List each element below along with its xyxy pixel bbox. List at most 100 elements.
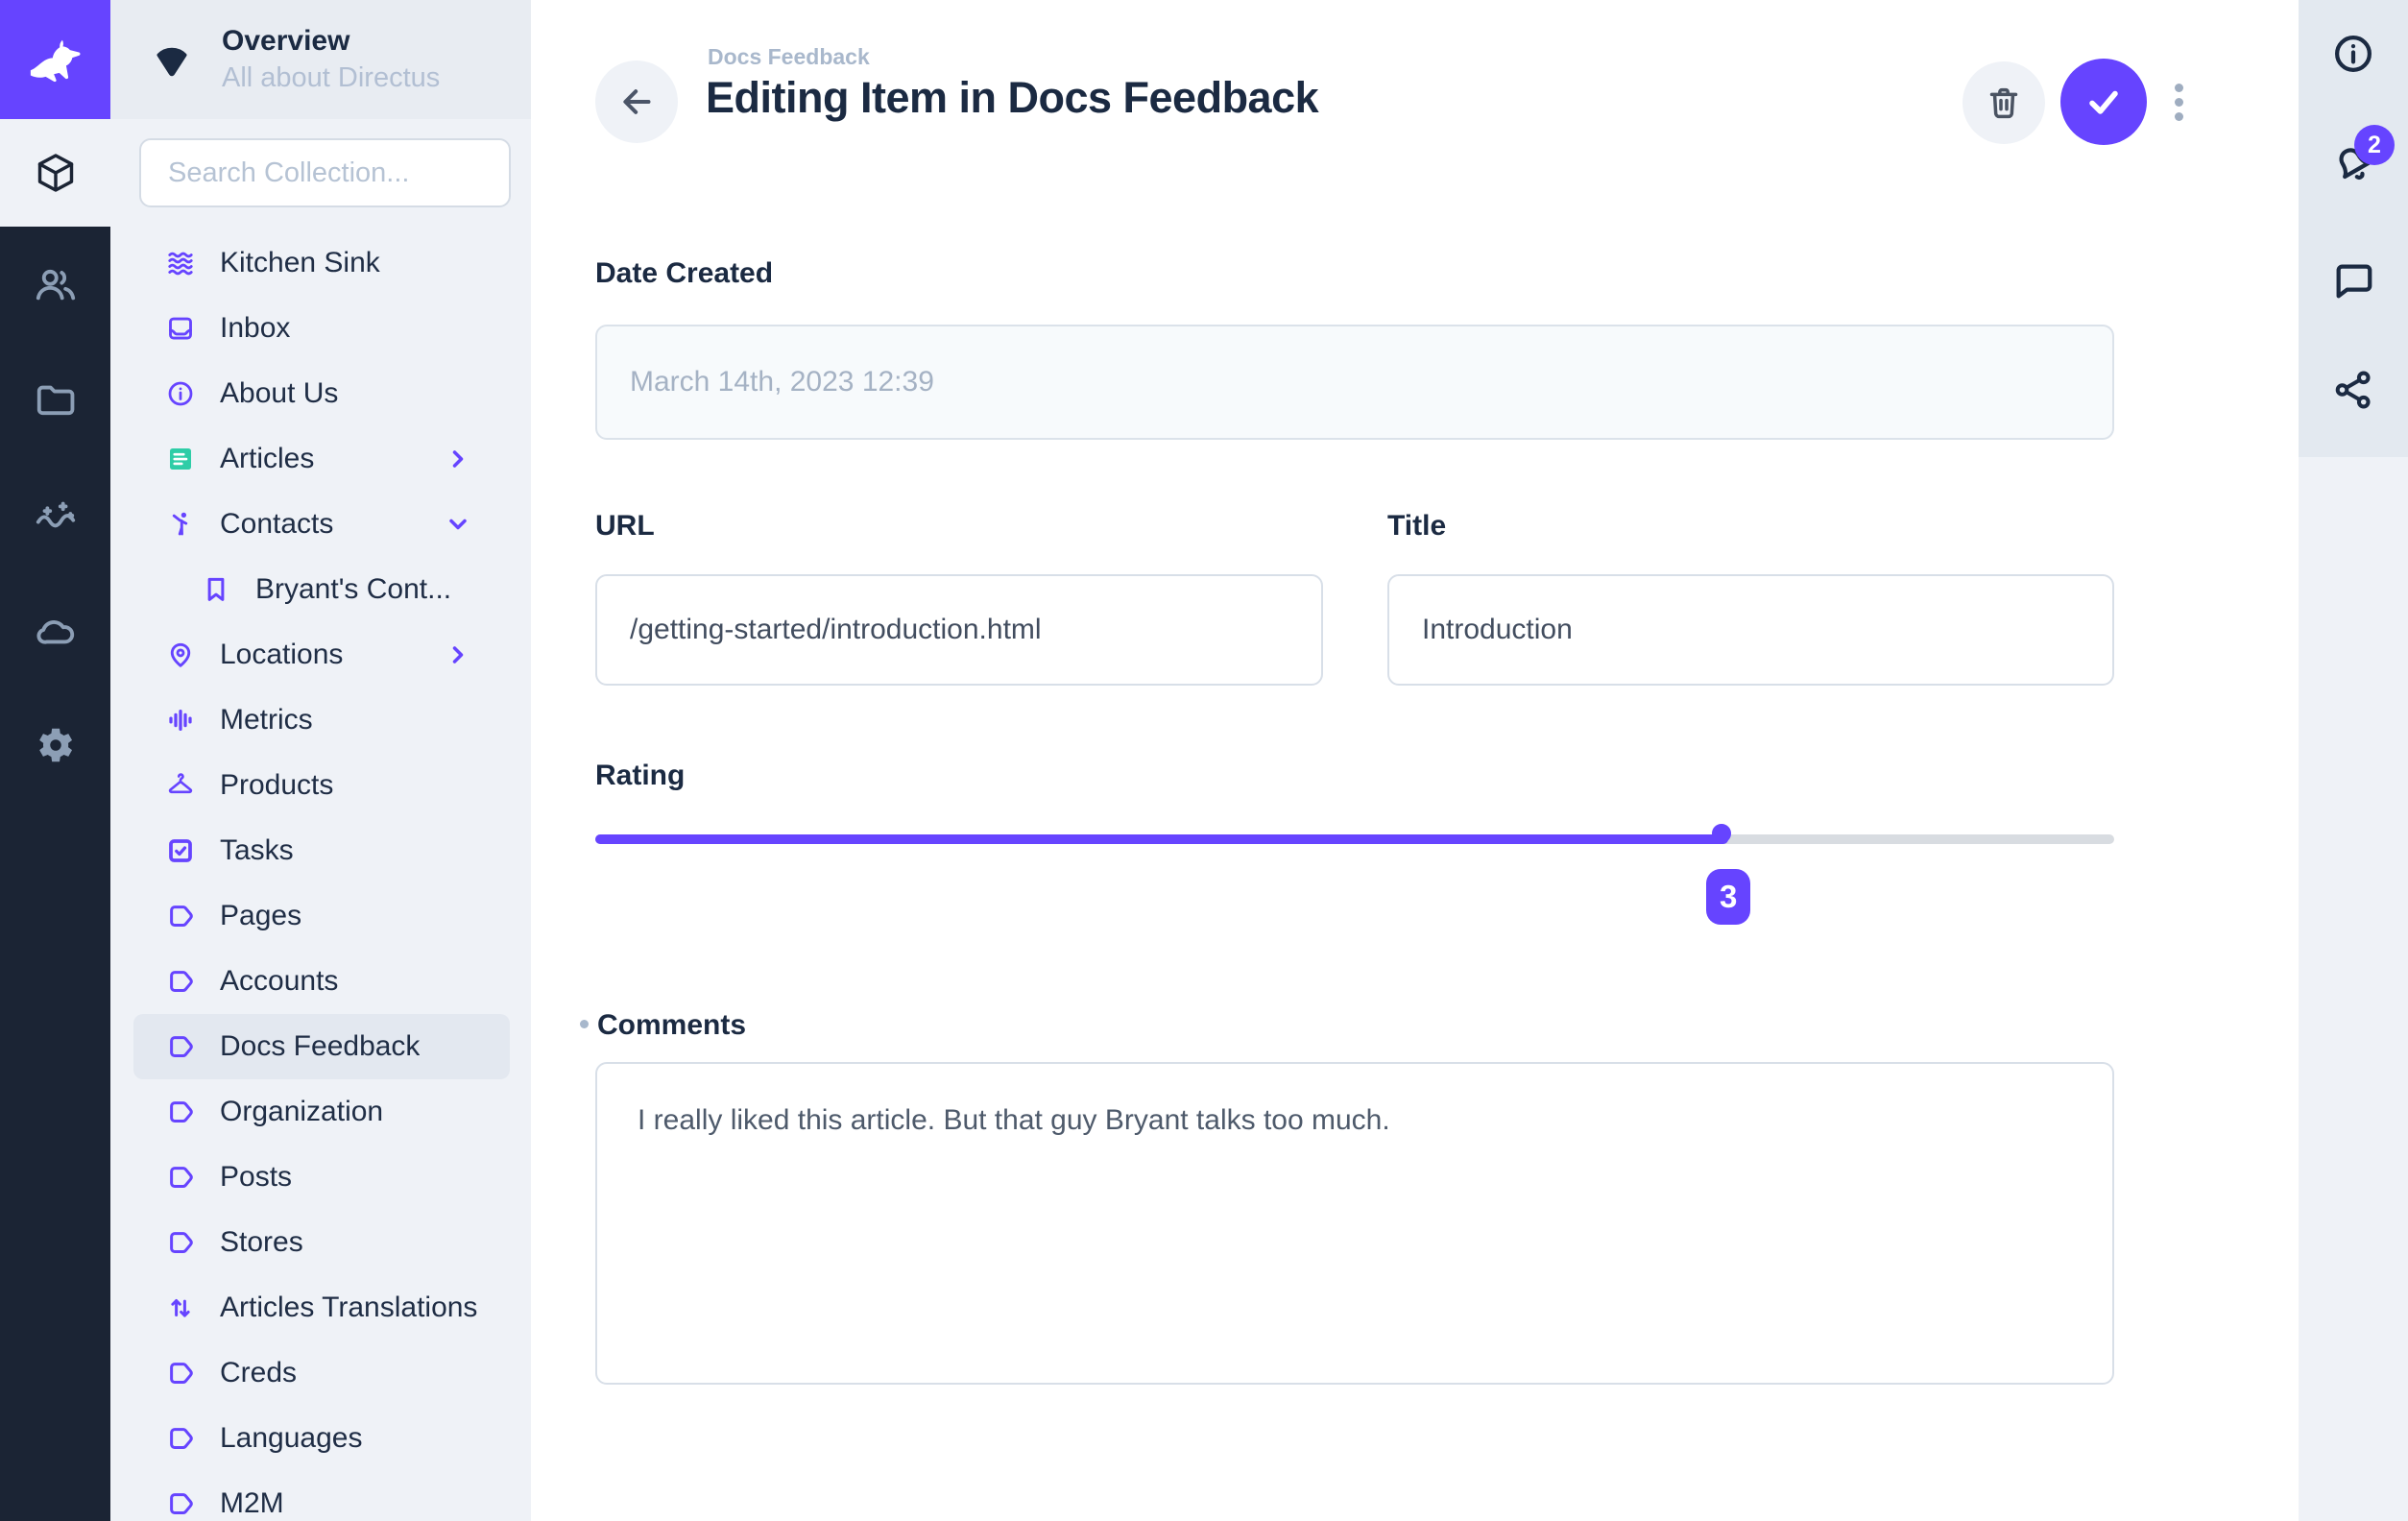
sidebar-item-label: Locations <box>220 639 343 671</box>
sidebar-item-tasks[interactable]: Tasks <box>133 818 510 883</box>
delete-button[interactable] <box>1963 61 2045 144</box>
share-icon <box>2331 368 2375 412</box>
title-field[interactable] <box>1387 574 2114 686</box>
sidebar-tool-info[interactable] <box>2331 32 2375 76</box>
tag-icon <box>166 1098 195 1126</box>
sidebar-item-posts[interactable]: Posts <box>133 1145 510 1210</box>
sidebar-item-accounts[interactable]: Accounts <box>133 949 510 1014</box>
chevron-right-icon[interactable] <box>445 641 471 668</box>
tag-icon <box>166 902 195 930</box>
date-created-field[interactable] <box>595 325 2114 440</box>
main-content: Docs Feedback Editing Item in Docs Feedb… <box>531 0 2299 1521</box>
tag-icon <box>166 1228 195 1257</box>
sidebar-tool-comments[interactable] <box>2331 259 2375 303</box>
inbox-icon <box>166 314 195 343</box>
check-icon <box>2083 81 2125 123</box>
sidebar-item-m2m[interactable]: M2M <box>133 1471 510 1521</box>
trash-icon <box>1985 84 2023 122</box>
sidebar-item-articles-translations[interactable]: Articles Translations <box>133 1275 510 1340</box>
sidebar-tool-share[interactable] <box>2331 368 2375 412</box>
module-list <box>0 227 110 803</box>
date-created-label: Date Created <box>595 257 773 290</box>
sidebar-item-pages[interactable]: Pages <box>133 883 510 949</box>
project-subtitle: All about Directus <box>222 62 440 94</box>
sidebar-item-products[interactable]: Products <box>133 753 510 818</box>
sidebar-item-about-us[interactable]: About Us <box>133 361 510 426</box>
folder-icon <box>34 377 78 422</box>
sidebar-item-label: Inbox <box>220 312 290 345</box>
module-insights[interactable] <box>0 457 110 572</box>
slider-fill <box>595 834 1728 844</box>
sidebar-item-label: Pages <box>220 900 301 932</box>
sidebar-item-languages[interactable]: Languages <box>133 1406 510 1471</box>
sidebar-item-creds[interactable]: Creds <box>133 1340 510 1406</box>
sidebar-item-locations[interactable]: Locations <box>133 622 510 688</box>
swap-vertical-icon <box>166 1293 195 1322</box>
waves-icon <box>166 249 195 278</box>
project-header[interactable]: Overview All about Directus <box>110 0 531 119</box>
equalizer-icon <box>166 706 195 735</box>
notification-count-badge: 2 <box>2354 125 2395 165</box>
sidebar-item-label: Kitchen Sink <box>220 247 380 279</box>
title-label: Title <box>1387 510 1446 543</box>
bookmark-icon <box>202 575 230 604</box>
article-green-icon <box>166 445 195 473</box>
right-sidebar-icons: 2 <box>2299 0 2408 457</box>
sidebar-item-label: Tasks <box>220 834 294 867</box>
gear-icon <box>34 723 78 767</box>
sidebar-item-label: Articles <box>220 443 314 475</box>
header-actions <box>1963 59 2193 145</box>
sidebar-item-label: Languages <box>220 1422 362 1455</box>
navigation-sidebar: Overview All about Directus Kitchen Sink… <box>110 0 531 1521</box>
sidebar-item-kitchen-sink[interactable]: Kitchen Sink <box>133 230 510 296</box>
cloud-icon <box>34 608 78 652</box>
sidebar-item-metrics[interactable]: Metrics <box>133 688 510 753</box>
chevron-down-icon[interactable] <box>445 511 471 538</box>
module-content-active[interactable] <box>0 119 110 227</box>
collection-nav: Kitchen Sink Inbox About Us Articles Contact… <box>110 230 531 1521</box>
sidebar-item-inbox[interactable]: Inbox <box>133 296 510 361</box>
directus-rabbit-icon <box>25 29 86 90</box>
breadcrumb[interactable]: Docs Feedback <box>708 44 870 70</box>
rating-slider[interactable] <box>595 816 2114 862</box>
fan-icon <box>149 36 195 83</box>
more-vertical-icon <box>2175 84 2183 92</box>
tag-icon <box>166 967 195 996</box>
message-icon <box>2331 259 2375 303</box>
tag-icon <box>166 1163 195 1192</box>
sidebar-item-label: Posts <box>220 1161 292 1194</box>
info-icon <box>2331 32 2375 76</box>
collection-search <box>139 138 511 207</box>
edited-indicator-dot <box>580 1020 589 1028</box>
directus-logo[interactable] <box>0 0 110 119</box>
back-button[interactable] <box>595 60 678 143</box>
module-file-library[interactable] <box>0 342 110 457</box>
sidebar-item-stores[interactable]: Stores <box>133 1210 510 1275</box>
right-sidebar: 2 <box>2299 0 2408 1521</box>
sidebar-item-label: Articles Translations <box>220 1292 477 1324</box>
map-pin-icon <box>166 640 195 669</box>
sidebar-item-contacts[interactable]: Contacts <box>133 492 510 557</box>
sidebar-item-label: Stores <box>220 1226 303 1259</box>
cube-icon <box>34 151 78 195</box>
more-options-button[interactable] <box>2164 59 2193 145</box>
comments-field[interactable]: I really liked this article. But that gu… <box>595 1062 2114 1385</box>
url-field[interactable] <box>595 574 1323 686</box>
sidebar-item-articles[interactable]: Articles <box>133 426 510 492</box>
tag-icon <box>166 1359 195 1388</box>
module-user-directory[interactable] <box>0 227 110 342</box>
search-collection-input[interactable] <box>168 157 482 189</box>
sidebar-item-label: Accounts <box>220 965 338 998</box>
sidebar-item-bryant-s-cont[interactable]: Bryant's Cont... <box>133 557 510 622</box>
module-cloud[interactable] <box>0 572 110 688</box>
sidebar-item-docs-feedback[interactable]: Docs Feedback <box>133 1014 510 1079</box>
module-settings[interactable] <box>0 688 110 803</box>
sidebar-item-label: M2M <box>220 1487 284 1520</box>
checkbox-icon <box>166 836 195 865</box>
save-button[interactable] <box>2060 59 2147 145</box>
chevron-right-icon[interactable] <box>445 446 471 472</box>
sidebar-item-organization[interactable]: Organization <box>133 1079 510 1145</box>
sidebar-tool-notifications[interactable]: 2 <box>2331 142 2375 186</box>
project-title: Overview <box>222 25 440 59</box>
rating-value-badge: 3 <box>1706 869 1750 925</box>
